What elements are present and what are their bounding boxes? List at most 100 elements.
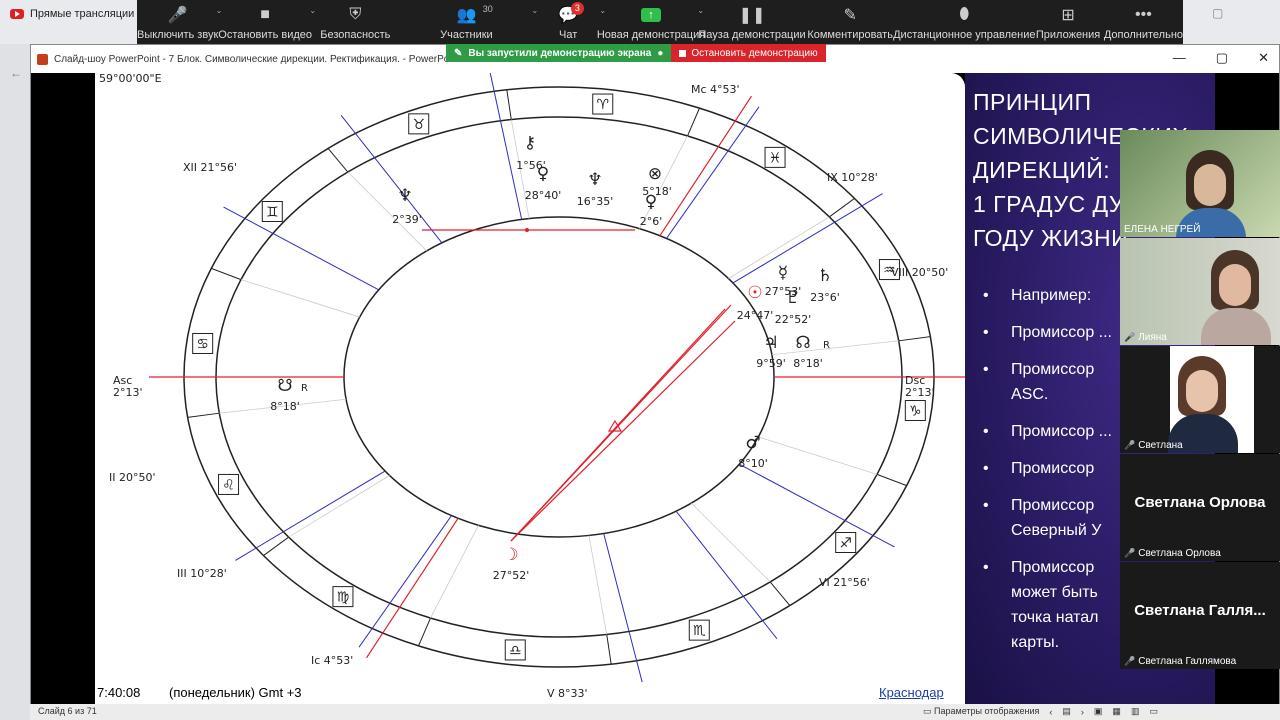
slide-show: ♑ ♐ ♏ ♎ ♍ ♌ ♋ ♊ ♉ ♈ ♓ ♒ ♆ 2°39' ⚷ 1°56' ♀ 28°40' ♆ 16°35' ⊗… xyxy=(31,73,1279,705)
display-settings-label: Параметры отображения xyxy=(934,706,1040,716)
close-button[interactable]: ✕ xyxy=(1258,50,1269,66)
toolbar-item-label: Приложения xyxy=(1035,29,1101,41)
prev-slide-button[interactable]: ‹ xyxy=(1049,707,1052,717)
aspect-dot xyxy=(525,228,529,232)
maximize-button[interactable]: ▢ xyxy=(1216,50,1228,66)
toolbar-item-chat[interactable]: 💬 Чат 3 ⌄ xyxy=(534,0,606,44)
sign-guide xyxy=(691,502,771,583)
toolbar-item-mouse[interactable]: ⬮ Дистанционное управление xyxy=(893,0,1036,44)
house-cusp xyxy=(603,533,643,683)
participants-panel: ЕЛЕНА НЕГРЕЙ 🎤 Лияна 🎤 Светлана Светлана Орло… xyxy=(1120,130,1280,670)
slideshow-view-icon[interactable]: ▭ xyxy=(1149,706,1158,717)
next-slide-button[interactable]: › xyxy=(1081,707,1084,717)
meeting-toolbar: 🎤 Выключить звук ⌄ ■ Остановить видео ⌄ ⛨ Безоп… xyxy=(137,0,1183,44)
sign-guide xyxy=(240,279,360,318)
slide-counter: Слайд 6 из 71 xyxy=(38,706,97,716)
participants-icon: 👥 xyxy=(456,7,477,24)
participant-name-tag: 🎤 Светлана xyxy=(1124,440,1183,451)
axis-line xyxy=(366,517,459,659)
heading-line: ПРИНЦИП xyxy=(973,89,1092,115)
uranus-glyph: ♆ xyxy=(397,186,412,206)
asc-degree: 2°13' xyxy=(113,386,143,399)
sign-guide xyxy=(771,340,899,356)
natal-chart-panel: ♑ ♐ ♏ ♎ ♍ ♌ ♋ ♊ ♉ ♈ ♓ ♒ ♆ 2°39' ⚷ 1°56' ♀ 28°40' ♆ 16°35' ⊗… xyxy=(95,73,965,705)
toolbar-item-pause[interactable]: ❚❚ Пауза демонстрации xyxy=(698,0,805,44)
toolbar-item-pencil[interactable]: ✎ Комментировать xyxy=(804,0,896,44)
participant-name-tag: 🎤 Светлана Орлова xyxy=(1124,548,1221,559)
sign-divider xyxy=(606,634,612,665)
video-icon: ■ xyxy=(260,6,270,23)
zodiac-sign-glyph: ♐ xyxy=(839,535,852,551)
toolbar-item-mic[interactable]: 🎤 Выключить звук ⌄ xyxy=(137,0,222,44)
pin-icon: ✎ xyxy=(454,47,463,59)
natal-chart: ♑♐♏♎♍♌♋♊♉♈♓♒ ♆2°39'⚷1°56'♀28°40'♆16°35'⊗… xyxy=(99,73,965,700)
back-arrow-icon[interactable]: ← xyxy=(10,66,30,80)
house-viii-label: VIII 20°50' xyxy=(891,266,948,279)
house-ii-label: II 20°50' xyxy=(109,471,156,484)
sharing-banner: ✎ Вы запустили демонстрацию экрана ● Ост… xyxy=(446,44,826,62)
planet-degree: 28°40' xyxy=(525,189,562,202)
shield-icon: ⛨ xyxy=(349,6,362,23)
participant-video xyxy=(1168,346,1254,453)
stop-sharing-label: Остановить демонстрацию xyxy=(691,47,818,59)
minimize-button[interactable]: — xyxy=(1173,50,1186,66)
toolbar-item-label: Дополнительно xyxy=(1103,29,1184,41)
toolbar-item-label: Остановить видео xyxy=(218,29,313,41)
sign-divider xyxy=(898,336,931,342)
participant-tile[interactable]: 🎤 Лияна xyxy=(1120,238,1280,345)
sign-divider xyxy=(327,148,349,173)
zodiac-sign-glyph: ♓ xyxy=(769,150,782,166)
toolbar-item-more[interactable]: ••• Дополнительно xyxy=(1104,0,1183,44)
participant-tile[interactable]: Светлана Орлова 🎤 Светлана Орлова xyxy=(1120,454,1280,561)
restore-icon[interactable]: ▢ xyxy=(1212,6,1223,20)
mc-label: Mc 4°53' xyxy=(691,83,740,96)
participant-name-tag: ЕЛЕНА НЕГРЕЙ xyxy=(1124,224,1200,235)
browser-tab[interactable]: Прямые трансляции - xyxy=(10,3,141,25)
zodiac-sign-glyph: ♌ xyxy=(222,477,235,493)
participant-display-name: Светлана Галля... xyxy=(1134,602,1266,619)
toolbar-item-apps[interactable]: ⊞ Приложения xyxy=(1032,0,1104,44)
participant-tile[interactable]: Светлана Галля... 🎤 Светлана Галлямова xyxy=(1120,562,1280,669)
mars-glyph: ♂ xyxy=(745,433,760,453)
toolbar-item-video[interactable]: ■ Остановить видео ⌄ xyxy=(218,0,316,44)
axis-line xyxy=(659,95,752,237)
participant-name: Светлана xyxy=(1138,440,1183,451)
toolbar-item-participants[interactable]: 👥 Участники 30 ⌄ xyxy=(399,0,538,44)
pause-icon: ❚❚ xyxy=(738,7,766,24)
planet-degree: 8°18' xyxy=(793,357,823,370)
chart-city: Краснодар xyxy=(879,685,944,700)
planet-degree: 2°6' xyxy=(640,215,663,228)
display-settings-button[interactable]: ▭ Параметры отображения xyxy=(923,706,1039,717)
house-cusp xyxy=(223,206,379,291)
reading-view-icon[interactable]: ▥ xyxy=(1131,706,1140,717)
toolbar-item-shield[interactable]: ⛨ Безопасность xyxy=(312,0,399,44)
apps-icon: ⊞ xyxy=(1061,7,1075,24)
chart-date: (понедельник) Gmt +3 xyxy=(169,685,302,700)
toolbar-item-label: Дистанционное управление xyxy=(893,29,1036,41)
zodiac-sign-glyph: ♈ xyxy=(596,97,609,113)
sign-divider xyxy=(211,267,242,281)
planet-degree: 24°47' xyxy=(737,309,774,322)
zodiac-sign-glyph: ♑ xyxy=(909,404,922,420)
planet-degree: 9°59' xyxy=(756,357,786,370)
sign-guide xyxy=(588,535,608,635)
participant-tile[interactable]: 🎤 Светлана xyxy=(1120,346,1280,453)
window-title: Слайд-шоу PowerPoint - 7 Блок. Символиче… xyxy=(54,53,450,65)
planet-degree: 16°35' xyxy=(577,195,614,208)
notes-icon[interactable]: ▤ xyxy=(1062,706,1071,717)
toolbar-item-share-screen[interactable]: ↑ Новая демонстрация ⌄ xyxy=(597,0,705,44)
sign-guide xyxy=(430,525,479,619)
sorter-view-icon[interactable]: ▦ xyxy=(1112,706,1121,717)
sign-divider xyxy=(876,473,907,487)
house-cusp xyxy=(739,463,895,548)
house-cusp xyxy=(732,193,883,284)
planet-degree: 27°52' xyxy=(493,569,530,582)
stop-sharing-button[interactable]: Остановить демонстрацию xyxy=(671,44,826,62)
retrograde-mark: R xyxy=(823,340,830,351)
muted-mic-icon: 🎤 xyxy=(1124,332,1136,342)
participant-tile[interactable]: ЕЛЕНА НЕГРЕЙ xyxy=(1120,130,1280,237)
normal-view-icon[interactable]: ▣ xyxy=(1094,706,1103,717)
node-glyph: ☊ xyxy=(795,333,810,353)
powerpoint-window: Слайд-шоу PowerPoint - 7 Блок. Символиче… xyxy=(30,44,1280,705)
participant-name: Светлана Орлова xyxy=(1138,548,1221,559)
